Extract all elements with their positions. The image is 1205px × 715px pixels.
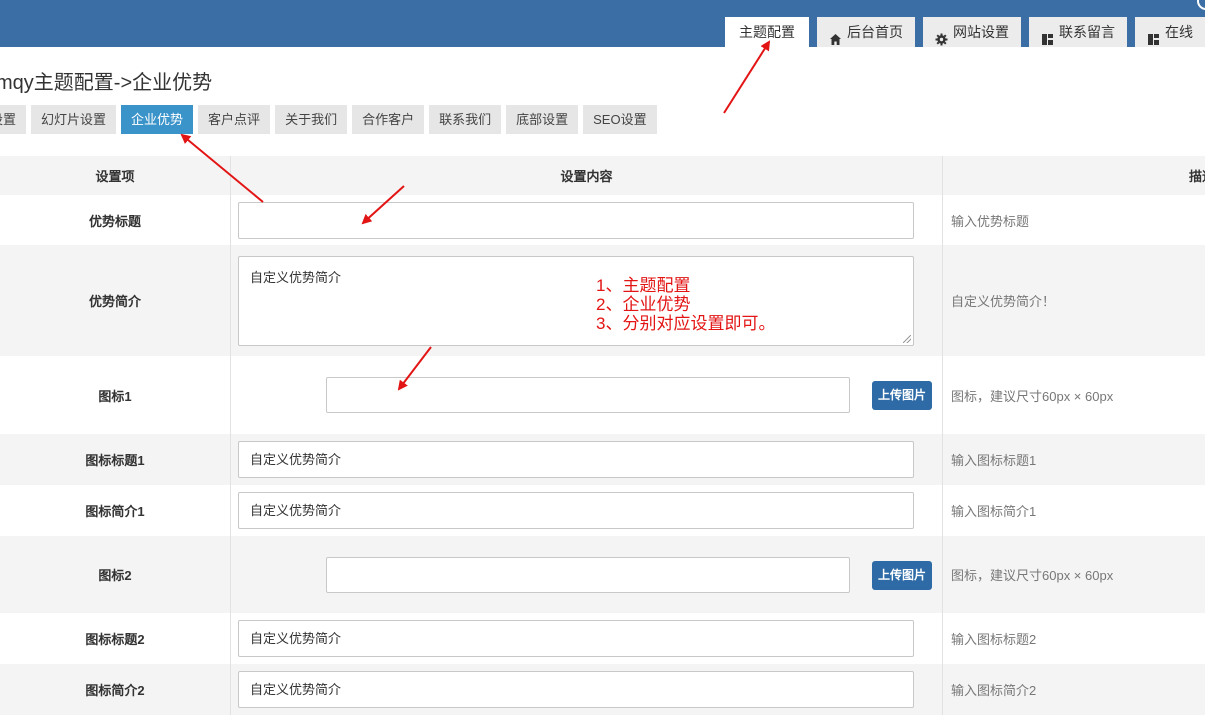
tab-theme-config[interactable]: 主题配置	[725, 17, 809, 47]
table-row: 优势标题 输入优势标题	[0, 195, 1205, 245]
row-description: 图标，建议尺寸60px × 60px	[951, 388, 1114, 404]
tab-label: 后台首页	[847, 24, 903, 40]
tab-contact-messages[interactable]: 联系留言	[1029, 17, 1127, 47]
tab-label: 主题配置	[739, 24, 795, 40]
annotation-line: 1、主题配置	[596, 276, 691, 295]
column-header-item: 设置项	[95, 169, 135, 184]
top-header-bar: 主题配置 后台首页 网站设置 联系留言 在线	[0, 0, 1205, 47]
subtab-seo[interactable]: SEO设置	[583, 105, 657, 134]
row-description: 输入图标标题1	[951, 453, 1037, 468]
upload-image-button[interactable]: 上传图片	[872, 560, 932, 590]
gear-icon	[935, 26, 948, 45]
subtab-slideshow[interactable]: 幻灯片设置	[31, 105, 117, 134]
row-label: 优势标题	[88, 213, 141, 229]
tab-label: 网站设置	[953, 24, 1009, 40]
subtab-footer[interactable]: 底部设置	[506, 105, 579, 134]
table-row: 图标简介2 自定义优势简介 输入图标简介2	[0, 664, 1205, 715]
annotation-line: 3、分别对应设置即可。	[596, 314, 776, 333]
subtab-partners[interactable]: 合作客户	[352, 105, 425, 134]
home-icon	[829, 26, 842, 45]
top-nav-tabs: 主题配置 后台首页 网站设置 联系留言 在线	[725, 17, 1205, 47]
dashboard-icon	[1147, 26, 1160, 45]
arrow-to-theme-config	[723, 40, 771, 114]
advantage-title-input[interactable]	[238, 201, 914, 239]
annotation-line: 2、企业优势	[596, 295, 691, 314]
table-row: 图标标题1 自定义优势简介 输入图标标题1	[0, 434, 1205, 485]
table-row: 图标标题2 自定义优势简介 输入图标标题2	[0, 613, 1205, 664]
icon1-title-input[interactable]: 自定义优势简介	[238, 441, 914, 478]
tab-admin-home[interactable]: 后台首页	[817, 17, 915, 47]
dashboard-icon	[1041, 26, 1054, 45]
row-label: 图标标题1	[85, 453, 145, 468]
settings-table: 设置项 设置内容 描述 优势标题 输入优势标题 优势简介 自定义优势简介 自定义…	[0, 156, 1205, 715]
table-row: 图标简介1 自定义优势简介 输入图标简介1	[0, 485, 1205, 536]
row-label: 图标2	[98, 568, 132, 583]
close-icon[interactable]	[1197, 0, 1205, 10]
resize-handle-icon[interactable]	[903, 334, 911, 343]
subtab-reviews[interactable]: 客户点评	[198, 105, 271, 134]
table-row: 图标1 上传图片 图标，建议尺寸60px × 60px	[0, 356, 1205, 434]
row-description: 输入图标简介2	[951, 683, 1037, 698]
row-label: 图标1	[98, 388, 132, 404]
row-label: 图标简介1	[85, 504, 145, 519]
row-label: 图标标题2	[85, 632, 145, 647]
textarea-value: 自定义优势简介	[250, 269, 342, 285]
tab-label: 联系留言	[1059, 24, 1115, 40]
settings-sub-tabs: 设置 幻灯片设置 企业优势 客户点评 关于我们 合作客户 联系我们 底部设置 S…	[0, 105, 657, 134]
icon1-url-input[interactable]	[326, 377, 850, 413]
row-description: 输入优势标题	[951, 213, 1030, 229]
row-description: 输入图标标题2	[951, 632, 1037, 647]
page-title: mqy主题配置->企业优势	[0, 72, 213, 94]
row-description: 输入图标简介1	[951, 504, 1037, 519]
table-row: 图标2 上传图片 图标，建议尺寸60px × 60px	[0, 536, 1205, 613]
row-label: 图标简介2	[85, 683, 145, 698]
row-description: 图标，建议尺寸60px × 60px	[951, 568, 1114, 583]
tab-label: 在线	[1165, 24, 1193, 40]
column-header-description: 描述	[1188, 169, 1205, 184]
icon2-url-input[interactable]	[326, 556, 850, 593]
upload-image-button[interactable]: 上传图片	[872, 381, 932, 410]
column-header-content: 设置内容	[230, 156, 943, 195]
tab-online[interactable]: 在线	[1135, 17, 1205, 47]
subtab-settings[interactable]: 设置	[0, 105, 27, 134]
subtab-contact[interactable]: 联系我们	[429, 105, 502, 134]
subtab-about[interactable]: 关于我们	[275, 105, 348, 134]
row-description: 自定义优势简介！	[951, 294, 1056, 309]
subtab-advantages[interactable]: 企业优势	[121, 105, 194, 134]
tab-site-settings[interactable]: 网站设置	[923, 17, 1021, 47]
table-header-row: 设置项 设置内容 描述	[0, 156, 1205, 195]
advantage-intro-textarea[interactable]: 自定义优势简介	[238, 255, 914, 346]
icon2-title-input[interactable]: 自定义优势简介	[238, 620, 914, 657]
icon1-intro-input[interactable]: 自定义优势简介	[238, 492, 914, 529]
row-label: 优势简介	[88, 294, 141, 309]
icon2-intro-input[interactable]: 自定义优势简介	[238, 671, 914, 708]
annotation-note: 1、主题配置 2、企业优势 3、分别对应设置即可。	[596, 276, 775, 333]
